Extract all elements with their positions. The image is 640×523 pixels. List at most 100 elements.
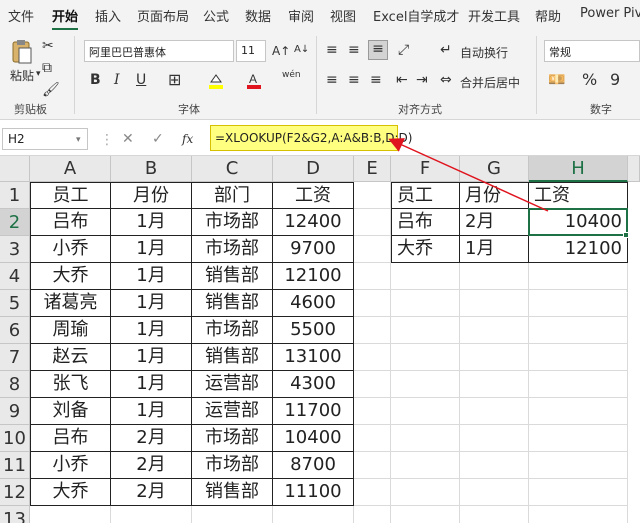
empty-cell[interactable] — [391, 344, 460, 371]
tab-page-layout[interactable]: 页面布局 — [137, 6, 189, 25]
table-cell[interactable]: 运营部 — [192, 398, 273, 425]
empty-cell[interactable] — [391, 290, 460, 317]
row-header-6[interactable]: 6 — [0, 317, 30, 344]
empty-cell[interactable] — [273, 506, 354, 523]
table-cell[interactable]: 2月 — [111, 425, 192, 452]
empty-cell[interactable] — [391, 425, 460, 452]
empty-cell[interactable] — [391, 371, 460, 398]
empty-cell[interactable] — [460, 506, 529, 523]
font-color-icon[interactable]: A — [246, 72, 262, 94]
chevron-down-icon[interactable]: ▾ — [36, 66, 41, 82]
tab-review[interactable]: 审阅 — [288, 6, 314, 25]
table-cell[interactable]: 8700 — [273, 452, 354, 479]
paste-button-label[interactable]: 粘贴 — [10, 67, 34, 84]
empty-cell[interactable] — [354, 398, 391, 425]
empty-cell[interactable] — [354, 290, 391, 317]
table-cell[interactable]: 吕布 — [30, 209, 111, 236]
empty-cell[interactable] — [460, 452, 529, 479]
align-middle-icon[interactable]: ≡ — [348, 42, 360, 58]
column-header-g[interactable]: G — [460, 156, 529, 182]
align-center-icon[interactable]: ≡ — [348, 72, 360, 88]
table-cell[interactable]: 销售部 — [192, 479, 273, 506]
empty-cell[interactable] — [529, 371, 628, 398]
table-cell[interactable]: 1月 — [111, 290, 192, 317]
row-header-8[interactable]: 8 — [0, 371, 30, 398]
merge-center-button[interactable]: 合并后居中 — [460, 74, 520, 91]
table-cell[interactable]: 销售部 — [192, 263, 273, 290]
increase-indent-icon[interactable]: ⇥ — [416, 72, 428, 88]
empty-cell[interactable] — [354, 317, 391, 344]
tab-data[interactable]: 数据 — [245, 6, 271, 25]
empty-cell[interactable] — [354, 263, 391, 290]
table-cell[interactable]: 1月 — [111, 209, 192, 236]
table-cell[interactable]: 张飞 — [30, 371, 111, 398]
empty-cell[interactable] — [391, 317, 460, 344]
empty-cell[interactable] — [529, 479, 628, 506]
table-cell[interactable]: 5500 — [273, 317, 354, 344]
empty-cell[interactable] — [192, 506, 273, 523]
phonetic-guide-button[interactable]: wén — [282, 70, 301, 80]
table-cell[interactable]: 市场部 — [192, 452, 273, 479]
empty-cell[interactable] — [529, 506, 628, 523]
merge-center-icon[interactable]: ⇔ — [440, 72, 452, 88]
empty-cell[interactable] — [460, 263, 529, 290]
column-header-d[interactable]: D — [273, 156, 354, 182]
empty-cell[interactable] — [354, 452, 391, 479]
empty-cell[interactable] — [460, 425, 529, 452]
table-cell[interactable]: 大乔 — [30, 263, 111, 290]
table-cell[interactable]: 诸葛亮 — [30, 290, 111, 317]
row-header-9[interactable]: 9 — [0, 398, 30, 425]
empty-cell[interactable] — [30, 506, 111, 523]
column-header-e[interactable]: E — [354, 156, 391, 182]
tab-file[interactable]: 文件 — [8, 6, 34, 25]
table-cell[interactable]: 周瑜 — [30, 317, 111, 344]
row-header-13[interactable]: 13 — [0, 506, 30, 523]
table-cell[interactable]: 销售部 — [192, 344, 273, 371]
empty-cell[interactable] — [460, 398, 529, 425]
table-header-cell[interactable]: 工资 — [273, 182, 354, 209]
table-cell[interactable]: 1月 — [111, 236, 192, 263]
copy-icon[interactable]: ⧉ — [42, 60, 52, 76]
column-header-h[interactable]: H — [529, 156, 628, 182]
empty-cell[interactable] — [391, 452, 460, 479]
font-name-dropdown[interactable]: 阿里巴巴普惠体 — [84, 40, 234, 62]
empty-cell[interactable] — [529, 398, 628, 425]
table-cell[interactable]: 市场部 — [192, 425, 273, 452]
underline-button[interactable]: U — [136, 72, 146, 88]
lookup-cell[interactable]: 吕布 — [391, 209, 460, 236]
table-cell[interactable]: 1月 — [111, 263, 192, 290]
percent-button[interactable]: % — [582, 70, 597, 89]
row-header-7[interactable]: 7 — [0, 344, 30, 371]
italic-button[interactable]: I — [114, 72, 120, 88]
empty-cell[interactable] — [391, 263, 460, 290]
table-cell[interactable]: 赵云 — [30, 344, 111, 371]
tab-developer[interactable]: 开发工具 — [468, 6, 520, 25]
empty-cell[interactable] — [354, 479, 391, 506]
select-all-corner[interactable] — [0, 156, 30, 182]
lookup-header-cell[interactable]: 员工 — [391, 182, 460, 209]
empty-cell[interactable] — [460, 371, 529, 398]
tab-insert[interactable]: 插入 — [95, 6, 121, 25]
table-cell[interactable]: 销售部 — [192, 290, 273, 317]
empty-cell[interactable] — [111, 506, 192, 523]
table-cell[interactable]: 1月 — [111, 398, 192, 425]
table-cell[interactable]: 13100 — [273, 344, 354, 371]
lookup-cell[interactable]: 12100 — [529, 236, 628, 263]
table-cell[interactable]: 市场部 — [192, 236, 273, 263]
orientation-icon[interactable]: ⤢ — [398, 42, 409, 58]
empty-cell[interactable] — [354, 344, 391, 371]
table-cell[interactable]: 刘备 — [30, 398, 111, 425]
formula-input[interactable]: =XLOOKUP(F2&G2,A:A&B:B,D:D) — [210, 125, 412, 151]
lookup-cell[interactable]: 1月 — [460, 236, 529, 263]
tab-power-pivot[interactable]: Power Pivot — [580, 6, 640, 21]
empty-cell[interactable] — [529, 263, 628, 290]
column-header-b[interactable]: B — [111, 156, 192, 182]
insert-function-button[interactable]: fx — [182, 132, 193, 146]
empty-cell[interactable] — [354, 182, 391, 209]
table-cell[interactable]: 11100 — [273, 479, 354, 506]
table-cell[interactable]: 运营部 — [192, 371, 273, 398]
table-cell[interactable]: 2月 — [111, 452, 192, 479]
wrap-text-icon[interactable]: ↵ — [440, 42, 452, 58]
row-header-2[interactable]: 2 — [0, 209, 30, 236]
table-cell[interactable]: 1月 — [111, 371, 192, 398]
